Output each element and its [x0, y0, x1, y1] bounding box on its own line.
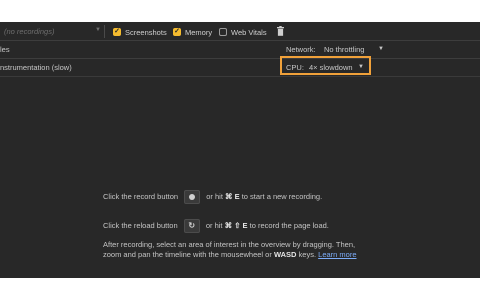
settings-row-network: les Network: No throttling ▼: [0, 41, 480, 59]
reload-shortcut: ⌘ ⇧ E: [224, 220, 248, 230]
recording-select-value: (no recordings): [4, 27, 55, 36]
overview-hint-line1: After recording, select an area of inter…: [103, 240, 356, 249]
network-throttling-select[interactable]: No throttling: [324, 45, 364, 54]
checkbox-unchecked-icon: [219, 28, 227, 36]
wasd-keys: WASD: [273, 250, 297, 259]
learn-more-link[interactable]: Learn more: [318, 250, 356, 259]
record-shortcut: ⌘ E: [225, 191, 240, 201]
chevron-down-icon: ▼: [378, 46, 384, 52]
record-hint-text: Click the record button: [103, 191, 179, 201]
reload-hint: Click the reload button ↻ or hit ⌘ ⇧ E t…: [103, 219, 329, 233]
web-vitals-checkbox[interactable]: Web Vitals: [219, 27, 267, 37]
record-hint-or: or hit: [206, 191, 223, 201]
toolbar: (no recordings) ▼ ✓ Screenshots ✓ Memory…: [0, 22, 480, 41]
reload-hint-suffix: to record the page load.: [249, 220, 329, 230]
settings-row3-left-text: nstrumentation (slow): [0, 63, 72, 72]
reload-icon: ↻: [188, 221, 196, 230]
checkbox-checked-icon: ✓: [173, 28, 181, 36]
overview-hint-text: zoom and pan the timeline with the mouse…: [103, 250, 272, 259]
recording-select[interactable]: (no recordings) ▼: [0, 25, 105, 38]
record-hint: Click the record button or hit ⌘ E to st…: [103, 190, 322, 204]
web-vitals-label: Web Vitals: [231, 27, 267, 37]
reload-button[interactable]: ↻: [183, 219, 200, 233]
record-button[interactable]: [184, 190, 201, 204]
reload-hint-or: or hit: [205, 220, 223, 230]
settings-row-cpu: nstrumentation (slow) CPU: 4× slowdown ▼: [0, 59, 480, 77]
record-hint-suffix: to start a new recording.: [241, 191, 323, 201]
trash-icon[interactable]: [277, 26, 284, 36]
screenshots-checkbox[interactable]: ✓ Screenshots: [113, 27, 167, 37]
cpu-highlight-box: [280, 56, 371, 75]
memory-checkbox[interactable]: ✓ Memory: [173, 27, 212, 37]
record-icon: [189, 194, 196, 200]
overview-hint-line2: zoom and pan the timeline with the mouse…: [103, 250, 357, 259]
checkbox-checked-icon: ✓: [113, 28, 121, 36]
overview-hint-suffix: keys.: [298, 250, 317, 259]
chevron-down-icon: ▼: [95, 27, 101, 33]
settings-row2-left-text: les: [0, 45, 10, 54]
reload-hint-text: Click the reload button: [103, 220, 178, 230]
performance-panel: (no recordings) ▼ ✓ Screenshots ✓ Memory…: [0, 22, 480, 278]
memory-label: Memory: [185, 27, 213, 37]
screenshots-label: Screenshots: [125, 27, 167, 37]
network-label: Network:: [286, 45, 316, 54]
